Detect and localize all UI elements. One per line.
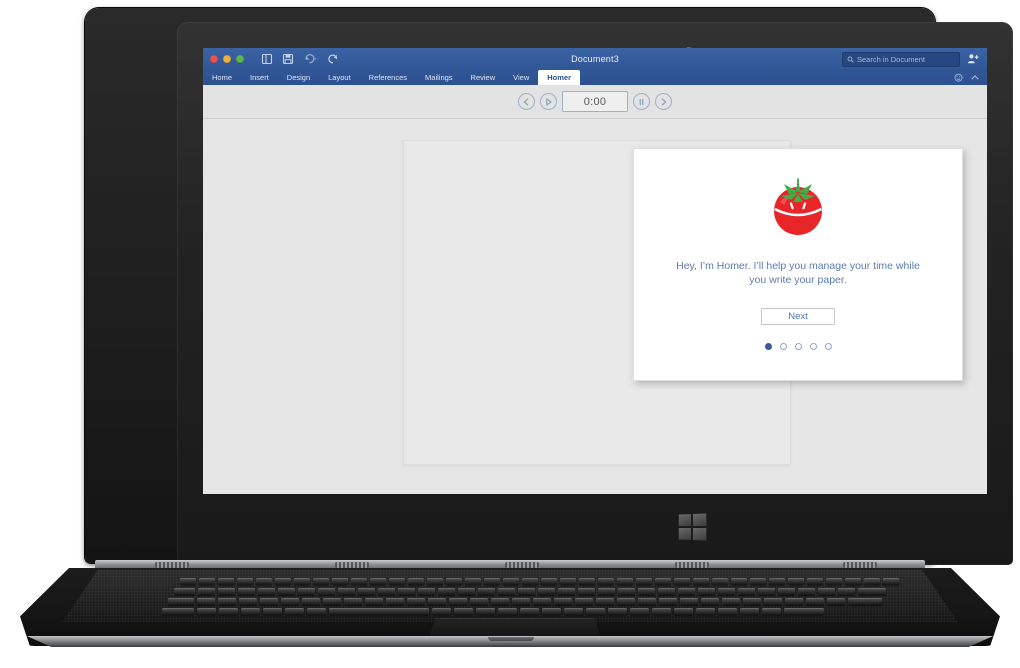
- collapse-ribbon-icon[interactable]: [970, 73, 980, 83]
- new-document-icon[interactable]: [261, 53, 273, 65]
- keyboard-row: [180, 578, 899, 585]
- tab-layout[interactable]: Layout: [319, 70, 360, 85]
- tab-home[interactable]: Home: [203, 70, 241, 85]
- tomato-mascot: [763, 175, 833, 242]
- laptop-keyboard-deck: [62, 570, 958, 622]
- tab-insert[interactable]: Insert: [241, 70, 278, 85]
- next-button[interactable]: Next: [761, 307, 835, 325]
- homer-timer-toolbar: 0:00: [203, 85, 987, 119]
- laptop-lid-notch: [488, 637, 534, 641]
- tab-view[interactable]: View: [504, 70, 538, 85]
- window-controls[interactable]: [210, 55, 244, 63]
- pagination-dot-2[interactable]: [779, 342, 787, 350]
- tab-review[interactable]: Review: [462, 70, 505, 85]
- pagination-dot-4[interactable]: [809, 342, 817, 350]
- titlebar-right-group: Search in Document: [842, 51, 987, 67]
- laptop-mockup-scene: Document3 Search in Document Home Insert…: [0, 0, 1020, 668]
- tab-homer[interactable]: Homer: [538, 70, 581, 85]
- undo-icon[interactable]: [303, 53, 318, 65]
- pagination-dot-3[interactable]: [794, 342, 802, 350]
- document-page[interactable]: Hey, I’m Homer. I’ll help you manage you…: [403, 140, 963, 465]
- homer-onboarding-card: Hey, I’m Homer. I’ll help you manage you…: [633, 148, 963, 381]
- ribbon-right-group: [954, 70, 987, 85]
- save-icon[interactable]: [282, 53, 294, 65]
- keyboard-row: [162, 608, 824, 615]
- keyboard-row: [168, 598, 882, 605]
- timer-previous-button[interactable]: [518, 93, 535, 110]
- tab-references[interactable]: References: [360, 70, 416, 85]
- search-placeholder: Search in Document: [857, 54, 925, 64]
- ribbon-tabs[interactable]: Home Insert Design Layout References Mai…: [203, 70, 987, 85]
- window-titlebar: Document3 Search in Document: [203, 48, 987, 70]
- tab-mailings[interactable]: Mailings: [416, 70, 462, 85]
- windows-logo: [678, 513, 707, 541]
- pagination-dot-5[interactable]: [824, 342, 832, 350]
- timer-pause-button[interactable]: [633, 93, 650, 110]
- tab-design[interactable]: Design: [278, 70, 319, 85]
- keyboard-row: [174, 588, 886, 595]
- screen-content: Document3 Search in Document Home Insert…: [203, 48, 987, 494]
- laptop-screen-bezel: Document3 Search in Document Home Insert…: [177, 22, 1013, 565]
- pagination-dot-1[interactable]: [764, 342, 772, 350]
- timer-next-button[interactable]: [655, 93, 672, 110]
- search-input[interactable]: Search in Document: [842, 51, 960, 67]
- timer-play-button[interactable]: [540, 93, 557, 110]
- redo-icon[interactable]: [327, 53, 339, 65]
- minimize-button[interactable]: [223, 55, 231, 63]
- share-person-icon[interactable]: [967, 53, 979, 65]
- document-workspace: Hey, I’m Homer. I’ll help you manage you…: [203, 119, 987, 494]
- pagination-dots[interactable]: [764, 342, 832, 350]
- maximize-button[interactable]: [236, 55, 244, 63]
- close-button[interactable]: [210, 55, 218, 63]
- timer-display[interactable]: 0:00: [562, 91, 628, 112]
- onboarding-message: Hey, I’m Homer. I’ll help you manage you…: [676, 260, 920, 287]
- search-icon: [847, 56, 854, 63]
- quick-access-toolbar[interactable]: [261, 53, 339, 65]
- laptop-trackpad: [430, 618, 600, 636]
- smiley-icon[interactable]: [954, 73, 964, 83]
- laptop-lid: Document3 Search in Document Home Insert…: [85, 8, 1013, 565]
